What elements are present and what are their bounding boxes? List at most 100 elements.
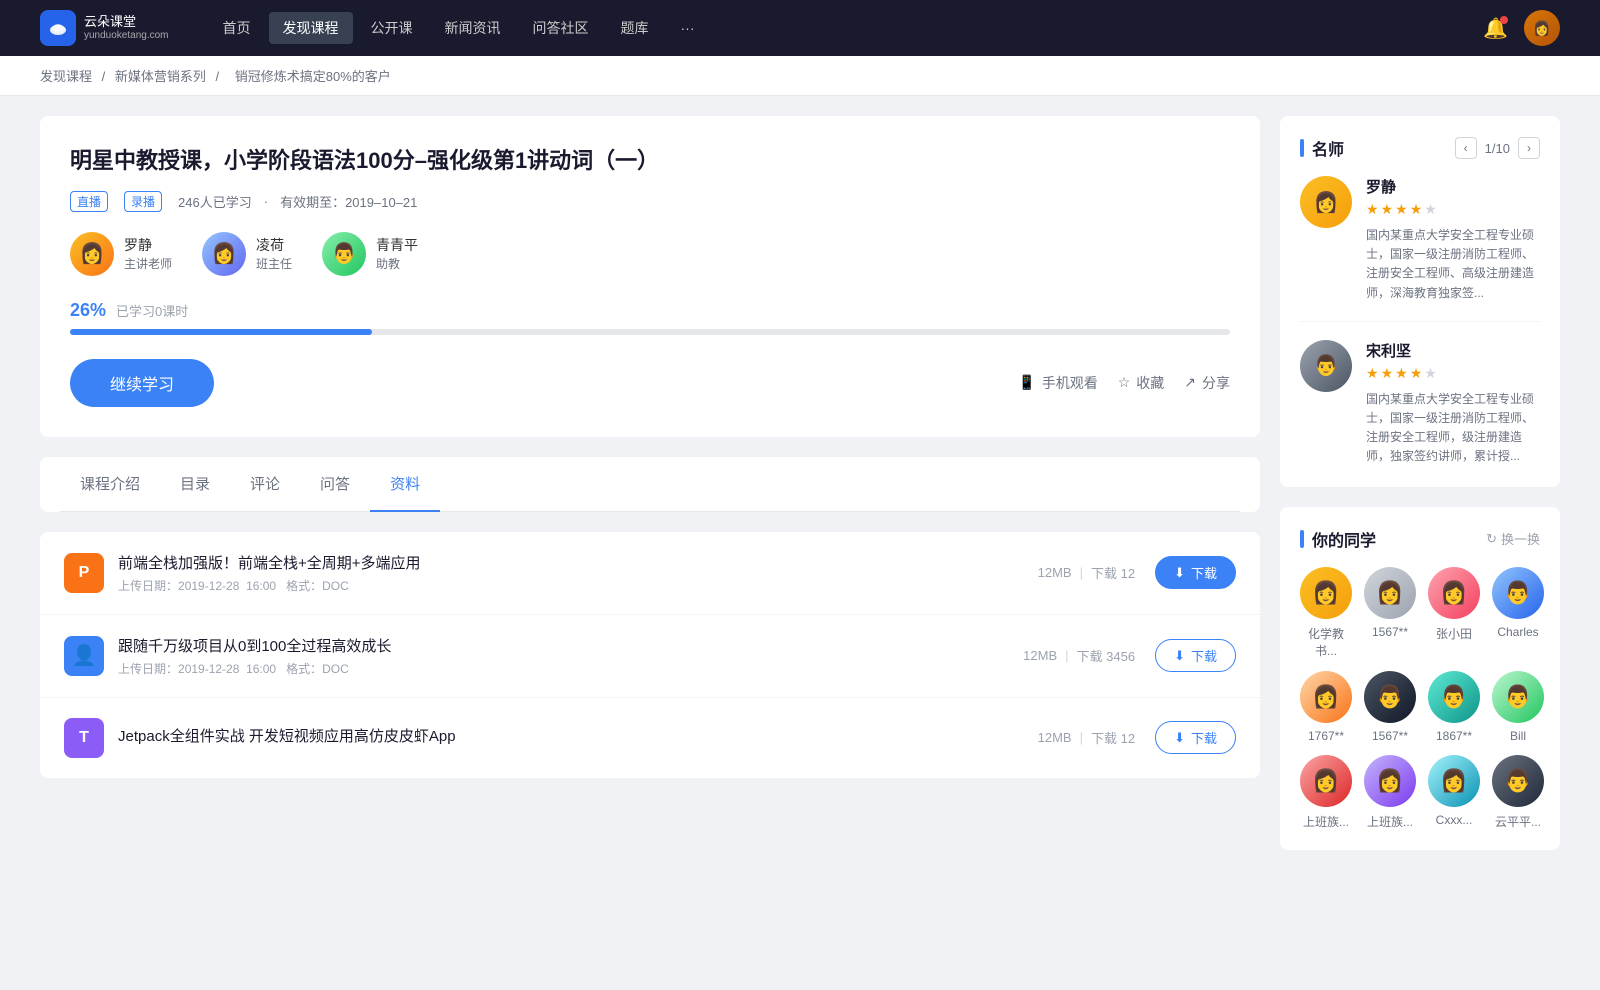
teacher-2-avatar: 👩 xyxy=(202,232,246,276)
teacher-1-info: 罗静 主讲老师 xyxy=(124,235,172,272)
star2-1: ★ xyxy=(1366,365,1379,382)
content-area: 明星中教授课，小学阶段语法100分–强化级第1讲动词（一） 直播 录播 246人… xyxy=(40,116,1260,870)
classmate-name-3: 张小田 xyxy=(1436,625,1472,642)
nav-open[interactable]: 公开课 xyxy=(357,12,427,44)
star-4: ★ xyxy=(1410,201,1423,218)
nav-discover[interactable]: 发现课程 xyxy=(269,12,353,44)
teacher-profile-2: 👨 宋利坚 ★ ★ ★ ★ ★ 国内某重点大学安全工程专业硕士，国家一级注册消防… xyxy=(1300,340,1540,467)
file-icon-2: 👤 xyxy=(64,636,104,676)
progress-sub: 已学习0课时 xyxy=(116,301,188,320)
progress-label: 26% 已学习0课时 xyxy=(70,300,1230,321)
teacher-1: 👩 罗静 主讲老师 xyxy=(70,232,172,276)
star-2: ★ xyxy=(1381,201,1394,218)
classmate-avatar-5: 👩 xyxy=(1300,671,1352,723)
breadcrumb-discover[interactable]: 发现课程 xyxy=(40,69,92,84)
phone-watch-link[interactable]: 📱 手机观看 xyxy=(1018,373,1097,393)
course-card: 明星中教授课，小学阶段语法100分–强化级第1讲动词（一） 直播 录播 246人… xyxy=(40,116,1260,437)
star-1: ★ xyxy=(1366,201,1379,218)
file-name-1: 前端全栈加强版！前端全栈+全周期+多端应用 xyxy=(118,552,1038,573)
classmate-avatar-1: 👩 xyxy=(1300,567,1352,619)
breadcrumb-series[interactable]: 新媒体营销系列 xyxy=(115,69,206,84)
tab-qa[interactable]: 问答 xyxy=(300,457,370,512)
share-icon: ↗ xyxy=(1184,374,1196,391)
teacher-1-name: 罗静 xyxy=(124,235,172,255)
download-button-3[interactable]: ⬇ 下载 xyxy=(1155,721,1236,754)
classmate-10: 👩 上班族... xyxy=(1364,755,1416,830)
progress-fill xyxy=(70,329,372,335)
teacher-profile-1: 👩 罗静 ★ ★ ★ ★ ★ 国内某重点大学安全工程专业硕士，国家一级注册消防工… xyxy=(1300,176,1540,322)
teacher-3-role: 助教 xyxy=(376,255,418,272)
classmate-avatar-3: 👩 xyxy=(1428,567,1480,619)
refresh-icon: ↻ xyxy=(1486,531,1497,547)
classmate-9: 👩 上班族... xyxy=(1300,755,1352,830)
classmates-label: 你的同学 xyxy=(1312,527,1478,551)
teacher-page: 1/10 xyxy=(1485,141,1510,156)
nav-news[interactable]: 新闻资讯 xyxy=(431,12,515,44)
download-button-2[interactable]: ⬇ 下载 xyxy=(1155,639,1236,672)
logo-icon xyxy=(40,10,76,46)
nav-more[interactable]: ··· xyxy=(667,14,709,42)
classmate-name-5: 1767** xyxy=(1308,729,1344,743)
breadcrumb: 发现课程 / 新媒体营销系列 / 销冠修炼术搞定80%的客户 xyxy=(0,56,1600,96)
collect-link[interactable]: ☆ 收藏 xyxy=(1118,373,1165,393)
teacher-3-info: 青青平 助教 xyxy=(376,235,418,272)
course-title: 明星中教授课，小学阶段语法100分–强化级第1讲动词（一） xyxy=(70,146,1230,177)
famous-teachers-label: 名师 xyxy=(1312,136,1447,160)
teacher-2-name: 凌荷 xyxy=(256,235,292,255)
valid-until: 有效期至：2019–10–21 xyxy=(280,192,417,211)
classmate-1: 👩 化学教书... xyxy=(1300,567,1352,659)
classmate-name-4: Charles xyxy=(1497,625,1538,639)
star-3: ★ xyxy=(1395,201,1408,218)
download-icon-1: ⬇ xyxy=(1174,565,1185,581)
user-avatar[interactable]: 👩 xyxy=(1524,10,1560,46)
badge-rec: 录播 xyxy=(124,191,162,212)
tp-stars-1: ★ ★ ★ ★ ★ xyxy=(1366,201,1540,218)
tab-catalog[interactable]: 目录 xyxy=(160,457,230,512)
classmates-refresh[interactable]: ↻ 换一换 xyxy=(1486,529,1540,548)
continue-button[interactable]: 继续学习 xyxy=(70,359,214,407)
file-stats-3: 12MB | 下载 12 xyxy=(1038,728,1135,747)
tp-info-1: 罗静 ★ ★ ★ ★ ★ 国内某重点大学安全工程专业硕士，国家一级注册消防工程师… xyxy=(1366,176,1540,303)
file-stats-2: 12MB | 下载 3456 xyxy=(1023,646,1135,665)
tab-materials[interactable]: 资料 xyxy=(370,457,440,512)
title-bar xyxy=(1300,139,1304,157)
next-teacher-btn[interactable]: › xyxy=(1518,137,1540,159)
classmate-avatar-9: 👩 xyxy=(1300,755,1352,807)
tp-name-2: 宋利坚 xyxy=(1366,340,1540,361)
teacher-3-avatar: 👨 xyxy=(322,232,366,276)
action-row: 继续学习 📱 手机观看 ☆ 收藏 ↗ 分享 xyxy=(70,359,1230,407)
prev-teacher-btn[interactable]: ‹ xyxy=(1455,137,1477,159)
tp-info-2: 宋利坚 ★ ★ ★ ★ ★ 国内某重点大学安全工程专业硕士，国家一级注册消防工程… xyxy=(1366,340,1540,467)
teacher-3-name: 青青平 xyxy=(376,235,418,255)
tab-comments[interactable]: 评论 xyxy=(230,457,300,512)
file-icon-3: T xyxy=(64,718,104,758)
download-button-1[interactable]: ⬇ 下载 xyxy=(1155,556,1236,589)
classmate-name-12: 云平平... xyxy=(1495,813,1541,830)
nav-qa[interactable]: 问答社区 xyxy=(519,12,603,44)
progress-bar xyxy=(70,329,1230,335)
classmate-avatar-7: 👨 xyxy=(1428,671,1480,723)
classmate-name-8: Bill xyxy=(1510,729,1526,743)
classmate-avatar-8: 👨 xyxy=(1492,671,1544,723)
star2-3: ★ xyxy=(1395,365,1408,382)
file-info-3: Jetpack全组件实战 开发短视频应用高仿皮皮虾App xyxy=(118,725,1038,750)
nav-bank[interactable]: 题库 xyxy=(607,12,663,44)
classmate-6: 👨 1567** xyxy=(1364,671,1416,743)
file-meta-1: 上传日期：2019-12-28 16:00 格式：DOC xyxy=(118,577,1038,594)
main-layout: 明星中教授课，小学阶段语法100分–强化级第1讲动词（一） 直播 录播 246人… xyxy=(0,96,1600,890)
tp-desc-2: 国内某重点大学安全工程专业硕士，国家一级注册消防工程师、注册安全工程师，级注册建… xyxy=(1366,390,1540,467)
logo[interactable]: 云朵课堂 yunduoketang.com xyxy=(40,10,169,46)
file-info-1: 前端全栈加强版！前端全栈+全周期+多端应用 上传日期：2019-12-28 16… xyxy=(118,552,1038,594)
teacher-3: 👨 青青平 助教 xyxy=(322,232,418,276)
teacher-pagination: ‹ 1/10 › xyxy=(1455,137,1540,159)
classmate-avatar-12: 👨 xyxy=(1492,755,1544,807)
classmate-avatar-11: 👩 xyxy=(1428,755,1480,807)
breadcrumb-current: 销冠修炼术搞定80%的客户 xyxy=(235,69,391,84)
share-link[interactable]: ↗ 分享 xyxy=(1184,373,1230,393)
tab-intro[interactable]: 课程介绍 xyxy=(60,457,160,512)
nav-home[interactable]: 首页 xyxy=(209,12,265,44)
classmate-name-10: 上班族... xyxy=(1367,813,1413,830)
notification-bell[interactable]: 🔔 xyxy=(1483,16,1508,41)
classmate-name-2: 1567** xyxy=(1372,625,1408,639)
download-icon-3: ⬇ xyxy=(1174,730,1185,746)
